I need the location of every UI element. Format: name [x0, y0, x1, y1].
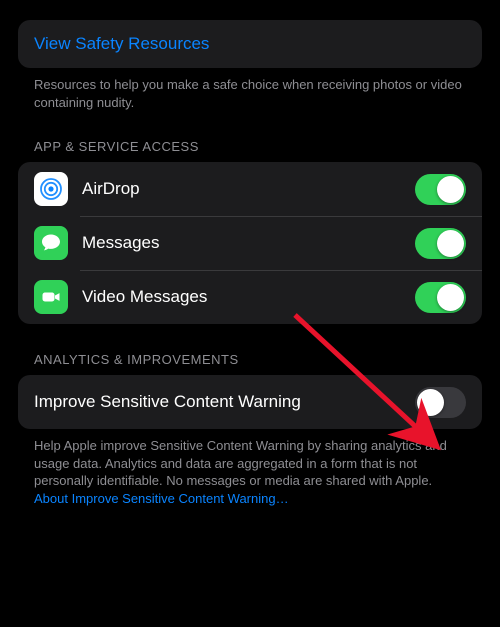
airdrop-icon — [34, 172, 68, 206]
about-improve-scw-link[interactable]: About Improve Sensitive Content Warning… — [34, 491, 289, 506]
improve-scw-row[interactable]: Improve Sensitive Content Warning — [18, 375, 482, 429]
airdrop-toggle[interactable] — [415, 174, 466, 205]
app-service-access-list: AirDrop Messages Video Messages — [18, 162, 482, 324]
messages-label: Messages — [82, 233, 415, 253]
improve-scw-label: Improve Sensitive Content Warning — [34, 392, 415, 412]
safety-resources-footer: Resources to help you make a safe choice… — [18, 68, 482, 111]
analytics-footer-text: Help Apple improve Sensitive Content War… — [34, 438, 447, 488]
video-messages-label: Video Messages — [82, 287, 415, 307]
app-service-access-header: APP & SERVICE ACCESS — [18, 111, 482, 162]
analytics-footer: Help Apple improve Sensitive Content War… — [18, 429, 482, 507]
improve-scw-toggle[interactable] — [415, 387, 466, 418]
view-safety-resources-link[interactable]: View Safety Resources — [18, 20, 482, 68]
video-icon — [34, 280, 68, 314]
airdrop-label: AirDrop — [82, 179, 415, 199]
messages-row[interactable]: Messages — [18, 216, 482, 270]
safety-resources-card: View Safety Resources — [18, 20, 482, 68]
messages-icon — [34, 226, 68, 260]
messages-toggle[interactable] — [415, 228, 466, 259]
video-messages-row[interactable]: Video Messages — [18, 270, 482, 324]
analytics-header: ANALYTICS & IMPROVEMENTS — [18, 324, 482, 375]
video-messages-toggle[interactable] — [415, 282, 466, 313]
analytics-list: Improve Sensitive Content Warning — [18, 375, 482, 429]
airdrop-row[interactable]: AirDrop — [18, 162, 482, 216]
